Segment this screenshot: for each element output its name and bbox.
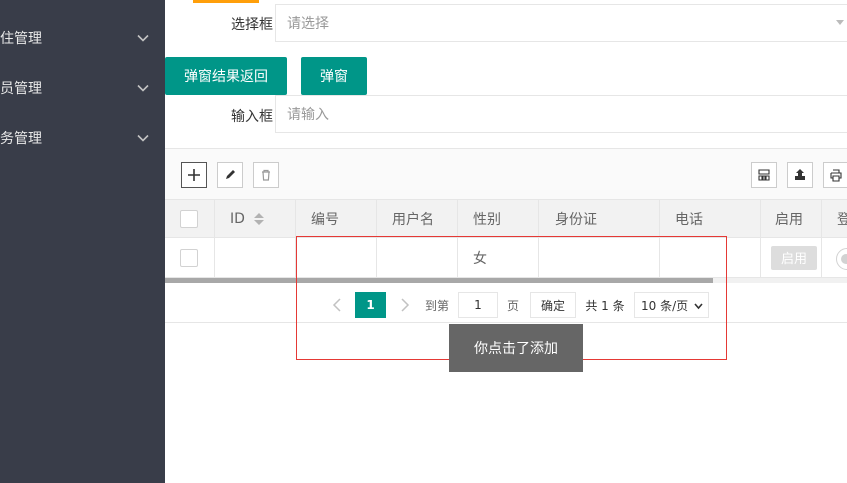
header-code: 编号 xyxy=(296,200,377,237)
table-toolbar xyxy=(165,148,847,200)
caret-down-icon xyxy=(836,20,844,25)
popup-result-return-button[interactable]: 弹窗结果返回 xyxy=(165,57,287,95)
input-label: 输入框 xyxy=(231,109,273,125)
export-button[interactable] xyxy=(787,162,813,188)
sidebar-item-label: 员管理 xyxy=(0,81,42,97)
select-all-checkbox[interactable] xyxy=(180,209,198,228)
printer-icon xyxy=(830,169,842,182)
pencil-icon xyxy=(226,170,235,179)
header-login: 登 xyxy=(822,200,847,237)
header-username: 用户名 xyxy=(377,200,458,237)
header-idcard: 身份证 xyxy=(539,200,660,237)
row-checkbox-cell xyxy=(165,238,215,277)
select-label: 选择框 xyxy=(231,17,273,33)
sidebar-item-staff[interactable]: 员管理 xyxy=(0,63,165,113)
chevron-down-icon xyxy=(137,84,149,92)
header-gender: 性别 xyxy=(458,200,539,237)
select-box[interactable]: 请选择 xyxy=(275,4,847,42)
chevron-down-icon xyxy=(137,34,149,42)
print-button[interactable] xyxy=(823,162,847,188)
export-icon xyxy=(795,169,805,180)
input-placeholder: 请输入 xyxy=(287,107,329,123)
login-toggle[interactable] xyxy=(836,248,847,270)
select-placeholder: 请选择 xyxy=(287,16,329,32)
plus-icon xyxy=(188,169,200,181)
header-enable: 启用 xyxy=(761,200,822,237)
header-label: 电话 xyxy=(675,211,703,228)
columns-icon xyxy=(758,169,770,181)
header-label: 性别 xyxy=(473,211,501,228)
sort-icon[interactable] xyxy=(253,212,264,225)
row-checkbox[interactable] xyxy=(180,248,198,267)
text-input[interactable]: 请输入 xyxy=(275,95,847,133)
table-header: ID 编号 用户名 性别 身份证 电话 启用 登 xyxy=(165,200,847,238)
header-label: ID xyxy=(230,210,245,227)
toggle-knob xyxy=(841,254,847,264)
header-id[interactable]: ID xyxy=(215,200,296,237)
cell-enable: 启用 xyxy=(761,238,822,277)
cell-id xyxy=(215,238,296,277)
sidebar-item-residence[interactable]: 住管理 xyxy=(0,13,165,63)
header-checkbox-cell xyxy=(165,200,215,237)
header-label: 登 xyxy=(837,211,847,228)
sidebar-item-label: 务管理 xyxy=(0,131,42,147)
trash-icon xyxy=(262,169,270,181)
header-label: 启用 xyxy=(775,211,803,228)
header-label: 用户名 xyxy=(392,211,434,228)
toast-message: 你点击了添加 xyxy=(449,324,583,372)
header-phone: 电话 xyxy=(660,200,761,237)
columns-filter-button[interactable] xyxy=(751,162,777,188)
header-label: 编号 xyxy=(311,211,339,228)
tab-accent-bar xyxy=(193,0,259,3)
popup-button[interactable]: 弹窗 xyxy=(301,57,367,95)
chevron-down-icon xyxy=(137,134,149,142)
add-button[interactable] xyxy=(181,162,207,188)
enable-button[interactable]: 启用 xyxy=(771,245,817,270)
main-content: 选择框 请选择 弹窗结果返回 弹窗 输入框 请输入 ID 编号 用户名 性别 身… xyxy=(165,0,847,483)
header-label: 身份证 xyxy=(555,211,597,228)
sidebar-item-label: 住管理 xyxy=(0,31,42,47)
sidebar-item-service[interactable]: 务管理 xyxy=(0,113,165,163)
delete-button[interactable] xyxy=(253,162,279,188)
sidebar: 住管理 员管理 务管理 xyxy=(0,0,165,483)
edit-button[interactable] xyxy=(217,162,243,188)
